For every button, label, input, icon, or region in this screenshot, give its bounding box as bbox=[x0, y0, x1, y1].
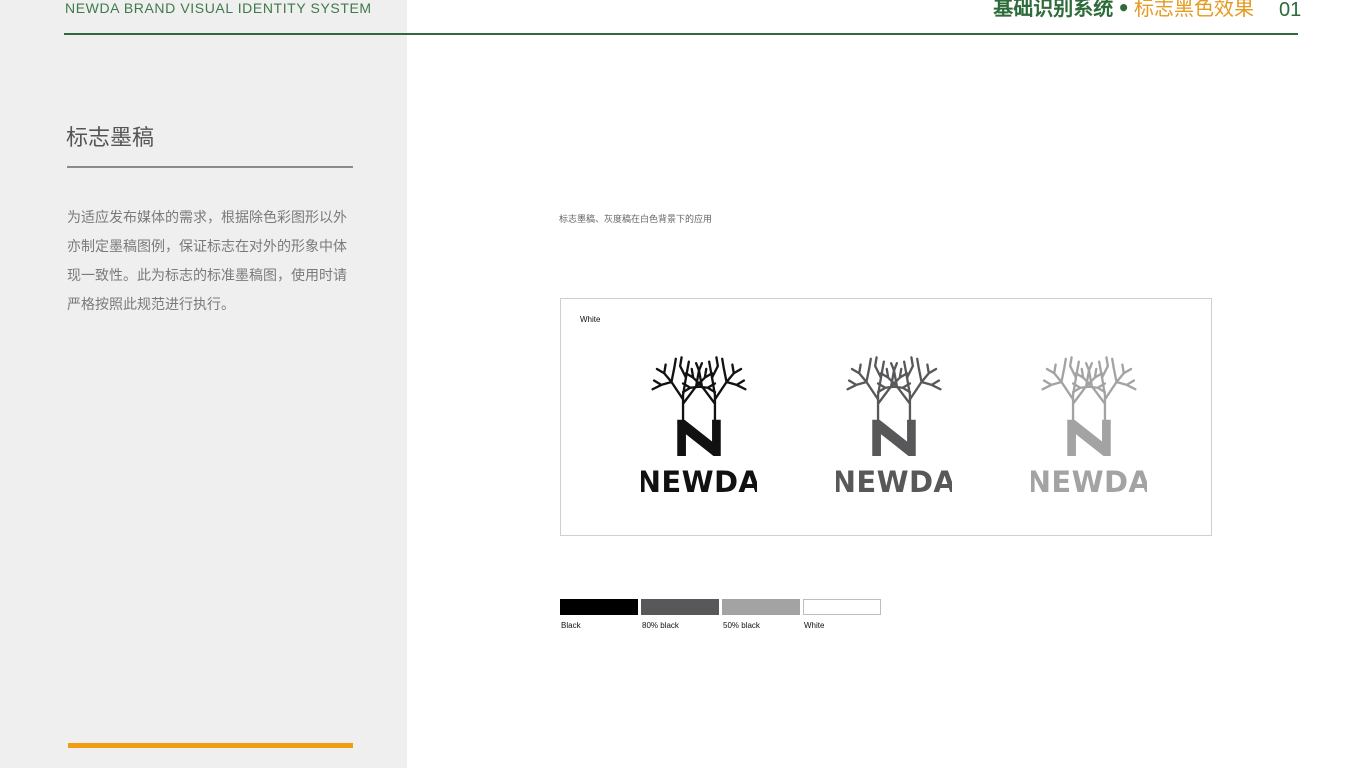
description-line: 现一致性。此为标志的标准墨稿图，使用时请 bbox=[67, 268, 347, 284]
swatch-label: White bbox=[804, 621, 825, 630]
description-line: 严格按照此规范进行执行。 bbox=[67, 297, 235, 313]
tree-emblem-icon bbox=[651, 356, 747, 456]
panel-caption: 标志墨稿、灰度稿在白色背景下的应用 bbox=[559, 215, 713, 225]
swatch-black bbox=[560, 599, 638, 615]
swatch-label: Black bbox=[561, 621, 581, 630]
n-letter-icon bbox=[1067, 419, 1111, 456]
sidebar-panel bbox=[0, 0, 407, 768]
n-letter-icon bbox=[677, 419, 721, 456]
page-title: 基础识别系统 • 标志黑色效果 bbox=[993, 0, 1254, 22]
logo-wordmark: NEWDA bbox=[1031, 465, 1147, 498]
panel-background-label: White bbox=[580, 315, 601, 324]
swatch-white bbox=[803, 599, 881, 615]
page-title-separator: • bbox=[1117, 0, 1130, 20]
tree-branches-icon bbox=[876, 356, 942, 421]
swatch-80-black bbox=[641, 599, 719, 615]
swatch-50-black bbox=[722, 599, 800, 615]
section-title: 标志墨稿 bbox=[66, 126, 155, 151]
tree-branches-icon bbox=[1071, 356, 1137, 421]
tree-emblem-icon bbox=[846, 356, 942, 456]
logo-wordmark: NEWDA bbox=[641, 465, 757, 498]
logo-80-black: NEWDA bbox=[814, 353, 974, 498]
logo-wordmark: NEWDA bbox=[836, 465, 952, 498]
page-number: 01 bbox=[1279, 0, 1302, 21]
brand-line: NEWDA BRAND VISUAL IDENTITY SYSTEM bbox=[65, 0, 372, 16]
swatch-label: 80% black bbox=[642, 621, 679, 630]
tree-branches-icon bbox=[846, 356, 912, 421]
tree-logo-icon: NEWDA bbox=[836, 356, 952, 498]
tree-emblem-icon bbox=[1041, 356, 1137, 456]
logo-panel: White NEWDA NEWDA NEWDA bbox=[560, 298, 1212, 536]
section-description: 为适应发布媒体的需求，根据除色彩图形以外 亦制定墨稿图例，保证标志在对外的形象中… bbox=[67, 204, 367, 320]
section-divider bbox=[67, 166, 353, 168]
logo-black: NEWDA bbox=[619, 353, 779, 498]
swatch-label: 50% black bbox=[723, 621, 760, 630]
tree-branches-icon bbox=[681, 356, 747, 421]
page-title-sub: 标志黑色效果 bbox=[1134, 0, 1254, 20]
description-line: 亦制定墨稿图例，保证标志在对外的形象中体 bbox=[67, 239, 347, 255]
page-title-main: 基础识别系统 bbox=[993, 0, 1114, 20]
header-divider bbox=[64, 33, 1298, 35]
bottom-accent-bar bbox=[68, 743, 353, 748]
tree-branches-icon bbox=[1041, 356, 1107, 421]
n-letter-icon bbox=[872, 419, 916, 456]
description-line: 为适应发布媒体的需求，根据除色彩图形以外 bbox=[67, 210, 347, 226]
tree-logo-icon: NEWDA bbox=[641, 356, 757, 498]
tree-logo-icon: NEWDA bbox=[1031, 356, 1147, 498]
tree-branches-icon bbox=[651, 356, 717, 421]
logo-50-black: NEWDA bbox=[1009, 353, 1169, 498]
